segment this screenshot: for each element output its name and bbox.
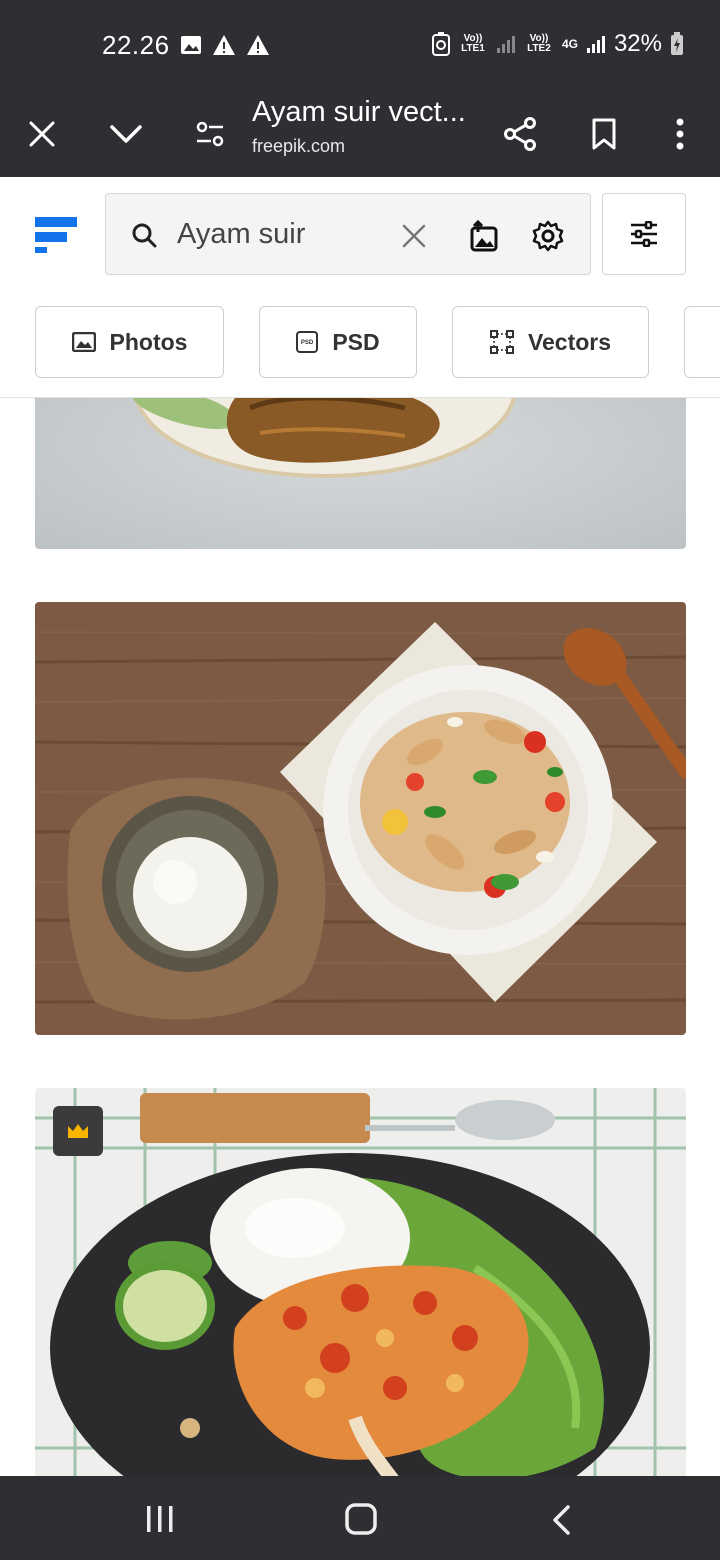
network1-label: Vo)) LTE1 [461,33,485,54]
vectors-icon [489,330,514,354]
tune-icon [196,121,224,147]
chip-psd[interactable]: PSD PSD [259,306,417,378]
filters-button[interactable] [602,193,686,275]
grilled-chicken-photo [35,398,686,549]
chip-more[interactable] [684,306,720,378]
minimize-button[interactable] [102,110,150,158]
search-icon [132,223,157,248]
chip-label: Photos [109,328,188,355]
site-settings-button[interactable] [186,110,234,158]
network2-label: Vo)) LTE2 [527,33,551,54]
gallery-icon [181,36,201,54]
warning-icon [213,35,235,55]
battery-charging-icon [671,32,683,55]
status-right: Vo)) LTE1 Vo)) LTE2 4G 32% [431,30,684,58]
svg-text:PSD: PSD [301,340,314,346]
status-bar: 22.26 Vo)) LTE1 Vo)) LTE2 4G 32% [0,0,720,92]
bookmark-icon [592,118,616,150]
chevron-down-icon [110,125,142,143]
result-image[interactable] [35,1088,686,1476]
result-image[interactable] [35,602,686,1035]
more-vert-icon [676,118,684,150]
freepik-logo[interactable] [35,217,77,257]
status-time: 22.26 [102,30,170,60]
stir-fry-photo [35,602,686,1035]
warning-icon [247,35,269,55]
close-button[interactable] [18,110,66,158]
data-saver-icon [431,32,450,56]
notification-icons [180,34,270,56]
result-image[interactable] [35,398,686,549]
page-url: freepik.com [252,136,346,156]
filters-icon [631,221,657,247]
gear-icon[interactable] [532,220,564,252]
chip-label: Vectors [527,328,612,355]
photo-icon [71,332,96,352]
home-icon[interactable] [344,1502,378,1536]
system-nav-bar [0,1476,720,1560]
share-icon [504,117,536,151]
chip-photos[interactable]: Photos [35,306,224,378]
image-search-icon[interactable] [468,220,500,252]
signal-icon [496,36,515,53]
network-type: 4G [561,37,578,51]
page-title: Ayam suir vect... [252,96,466,128]
site-header: Ayam suir Photos PSD PSD Vectors [0,177,720,398]
share-button[interactable] [496,110,544,158]
bookmark-button[interactable] [580,110,628,158]
search-input[interactable]: Ayam suir [177,218,305,251]
results-list [0,398,720,1476]
ayam-geprek-photo [35,1088,686,1476]
recent-apps-icon[interactable] [145,1504,175,1534]
crown-icon [68,1124,88,1138]
chip-vectors[interactable]: Vectors [452,306,649,378]
search-box[interactable]: Ayam suir [105,193,591,275]
close-icon [29,121,55,147]
psd-icon: PSD [296,331,319,353]
chip-label: PSD [332,328,380,355]
back-icon[interactable] [550,1504,574,1536]
clear-search-icon[interactable] [402,224,426,248]
premium-badge [53,1106,103,1156]
signal-icon [586,36,605,53]
more-options-button[interactable] [656,110,704,158]
battery-percent: 32% [613,30,662,57]
